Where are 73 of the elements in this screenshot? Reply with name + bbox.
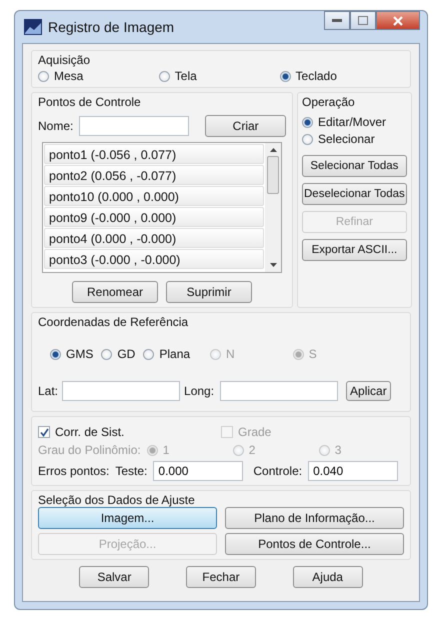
radio-label: N <box>226 347 235 361</box>
list-item[interactable]: ponto1 (-0.056 , 0.077) <box>44 144 264 164</box>
action-button[interactable]: Imagem... <box>38 507 217 529</box>
field-label: Long: <box>184 384 214 398</box>
checkbox[interactable] <box>38 426 50 438</box>
group-title: Aquisição <box>38 53 90 67</box>
minimize-icon <box>332 18 342 22</box>
radio-label: 1 <box>162 443 170 457</box>
maximize-button[interactable] <box>350 11 376 30</box>
list-item[interactable]: ponto2 (0.056 , -0.077) <box>44 165 264 185</box>
field-label: Grau do Polinômio: <box>38 443 141 457</box>
scroll-thumb[interactable] <box>267 156 279 194</box>
minimize-button[interactable] <box>324 11 350 30</box>
action-button[interactable]: Suprimir <box>166 281 252 303</box>
close-button[interactable] <box>376 11 420 30</box>
radio-button[interactable] <box>101 348 112 360</box>
list-item[interactable]: ponto10 (0.000 , 0.000) <box>44 186 264 206</box>
radio-label: 3 <box>334 443 342 457</box>
create-button[interactable]: Criar <box>205 115 286 137</box>
radio-button[interactable] <box>280 70 291 82</box>
dialog-button[interactable]: Salvar <box>79 566 150 588</box>
radio-button[interactable] <box>38 70 49 82</box>
scroll-up-icon <box>270 148 276 152</box>
close-icon <box>393 16 403 26</box>
radio-label: Editar/Mover <box>318 115 386 129</box>
radio-button[interactable] <box>302 134 313 144</box>
dialog-button[interactable]: Fechar <box>186 566 256 588</box>
action-button[interactable]: Exportar ASCII... <box>302 239 407 261</box>
radio-label: Selecionar <box>318 132 375 146</box>
action-button[interactable]: Deselecionar Todas <box>302 183 407 205</box>
radio-label: Teclado <box>296 69 337 83</box>
test-error-field[interactable]: 0.000 <box>153 461 244 481</box>
list-item[interactable]: ponto3 (-0.000 , -0.000) <box>44 249 264 269</box>
radio-label: Tela <box>174 69 197 83</box>
field-label: Nome: <box>38 119 74 133</box>
control-error-field[interactable]: 0.040 <box>308 461 398 481</box>
name-field[interactable] <box>79 116 190 136</box>
group-title: Pontos de Controle <box>38 95 141 109</box>
radio-button[interactable] <box>158 70 170 82</box>
scrollbar[interactable] <box>265 143 281 272</box>
longitude-field[interactable] <box>220 381 338 401</box>
group-title: Operação <box>302 95 355 109</box>
radio-label: Mesa <box>54 69 84 83</box>
field-label: Controle: <box>253 464 302 478</box>
radio-label: S <box>308 347 317 361</box>
field-label: Teste: <box>115 464 148 478</box>
maximize-icon <box>358 16 368 25</box>
radio-button[interactable] <box>143 348 154 360</box>
action-button[interactable]: Plano de Informação... <box>225 507 404 529</box>
radio-label: 2 <box>248 443 256 457</box>
list-item[interactable]: ponto9 (-0.000 , 0.000) <box>44 207 264 227</box>
action-button[interactable]: Pontos de Controle... <box>225 533 404 555</box>
app-icon <box>24 19 42 35</box>
action-button[interactable]: Selecionar Todas <box>302 155 407 177</box>
field-label: Lat: <box>38 384 58 398</box>
checkbox-label: Corr. de Sist. <box>55 425 124 439</box>
checkmark-icon <box>40 428 48 436</box>
dialog-button[interactable]: Ajuda <box>292 566 363 588</box>
radio-label: GMS <box>66 347 94 361</box>
radio-button[interactable] <box>50 348 61 360</box>
group-title: Seleção dos Dados de Ajuste <box>38 493 195 507</box>
radio-label: Plana <box>159 347 190 361</box>
window-title: Registro de Imagem <box>48 19 176 35</box>
latitude-field[interactable] <box>62 381 180 401</box>
list-item[interactable]: ponto4 (0.000 , -0.000) <box>44 228 264 248</box>
radio-button[interactable] <box>302 116 313 128</box>
apply-button[interactable]: Aplicar <box>346 381 391 401</box>
action-button[interactable]: Renomear <box>72 281 158 303</box>
radio-label: GD <box>117 347 136 361</box>
group-title: Coordenadas de Referência <box>38 315 188 329</box>
checkbox-label: Grade <box>238 425 272 439</box>
field-label: Erros pontos: <box>38 464 110 478</box>
scroll-down-icon <box>270 263 276 267</box>
